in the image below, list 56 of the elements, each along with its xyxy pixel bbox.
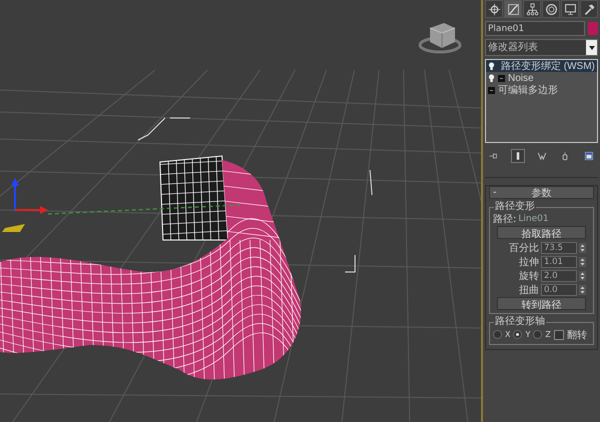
- command-tab[interactable]: [561, 0, 579, 18]
- spinner-label: 百分比: [508, 242, 539, 255]
- viewcube-icon: [418, 23, 462, 54]
- spinner-label: 旋转: [518, 270, 539, 283]
- command-tab[interactable]: [542, 0, 560, 18]
- path-label: 路径:: [493, 212, 516, 226]
- spinner-arrows-icon[interactable]: [579, 285, 586, 295]
- radio-button[interactable]: [533, 330, 542, 339]
- group-title: 路径变形轴: [494, 316, 546, 328]
- object-color-swatch[interactable]: [588, 22, 598, 35]
- spinner-field[interactable]: 0.0: [541, 284, 577, 296]
- hierarchy-tab-icon: [526, 2, 538, 16]
- bulb-icon: [488, 74, 495, 82]
- spinner-arrows-icon[interactable]: [579, 271, 586, 281]
- stack-tool-button[interactable]: [582, 149, 596, 163]
- path-value: Line01: [518, 214, 549, 224]
- command-tab[interactable]: [485, 0, 503, 18]
- radio-label: X: [505, 330, 510, 339]
- bulb-icon: [488, 62, 495, 70]
- modifier-stack-item[interactable]: 路径变形绑定 (WSM): [486, 60, 597, 72]
- spinner-field[interactable]: 2.0: [541, 270, 577, 282]
- checkbox[interactable]: [554, 330, 564, 340]
- create-tab-icon: [488, 2, 500, 16]
- radio-button[interactable]: [513, 330, 522, 339]
- radio-button[interactable]: [493, 330, 502, 339]
- radio-label: Y: [525, 330, 530, 339]
- radio-label: Z: [545, 330, 551, 339]
- modifier-stack-item[interactable]: Noise: [486, 72, 597, 84]
- rollout-header[interactable]: - 参数: [489, 186, 594, 199]
- checkbox-label: 翻转: [566, 328, 587, 342]
- spinner-arrows-icon[interactable]: [579, 243, 586, 253]
- object-name-field[interactable]: Plane01: [485, 21, 585, 36]
- spinner-field[interactable]: 1.01: [541, 256, 577, 268]
- spinner-arrows-icon[interactable]: [579, 257, 586, 267]
- modifier-list-dropdown[interactable]: 修改器列表: [485, 39, 598, 56]
- pick-path-button[interactable]: 拾取路径: [497, 226, 586, 239]
- command-tab[interactable]: [504, 0, 522, 18]
- move-to-path-button[interactable]: 转到路径: [497, 297, 586, 310]
- utilities-tab-icon: [582, 2, 596, 16]
- spinner-label: 拉伸: [518, 256, 539, 269]
- modifier-stack-item[interactable]: 可编辑多边形: [486, 84, 597, 96]
- axis-gizmo-icon: [2, 178, 48, 232]
- pin-icon: [489, 151, 499, 161]
- motion-tab-icon: [544, 2, 558, 16]
- spinner-label: 扭曲: [518, 284, 539, 297]
- group-title: 路径变形: [494, 201, 536, 213]
- spinner-field[interactable]: 73.5: [541, 242, 577, 254]
- configure-icon: [584, 151, 594, 161]
- expand-box-icon: [488, 86, 495, 94]
- display-tab-icon: [564, 2, 576, 16]
- stack-tool-button[interactable]: [510, 149, 525, 163]
- command-tab[interactable]: [580, 0, 598, 18]
- expand-box-icon: [498, 74, 505, 82]
- command-tab[interactable]: [523, 0, 541, 18]
- modify-tab-icon: [506, 2, 520, 16]
- caret-icon: [588, 46, 594, 50]
